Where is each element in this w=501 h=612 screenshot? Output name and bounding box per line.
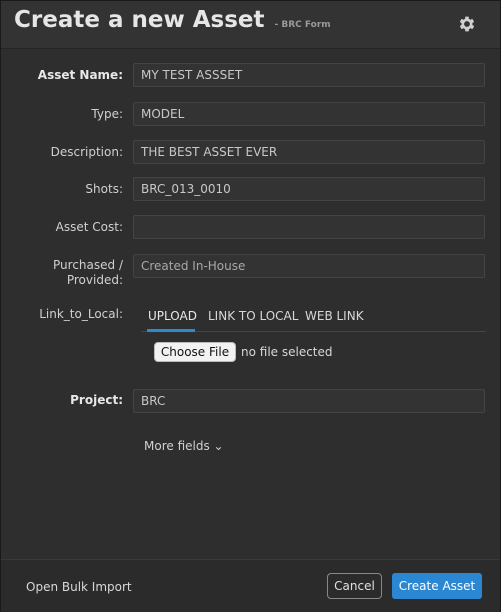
dialog-header: Create a new Asset - BRC Form (1, 1, 500, 49)
purchased-label-line1: Purchased / (53, 258, 123, 272)
create-asset-button[interactable]: Create Asset (392, 573, 482, 599)
file-status: no file selected (241, 345, 333, 359)
dialog-footer: Open Bulk Import Cancel Create Asset (1, 559, 500, 612)
asset-name-input[interactable]: MY TEST ASSSET (133, 63, 485, 87)
type-label: Type: (91, 107, 123, 121)
dialog-title: Create a new Asset - BRC Form (14, 7, 331, 33)
gear-icon[interactable] (457, 14, 477, 34)
asset-name-label: Asset Name: (37, 68, 123, 82)
tab-link-to-local[interactable]: LINK TO LOCAL (208, 309, 298, 323)
purchased-input[interactable]: Created In-House (133, 254, 485, 278)
title-text: Create a new Asset (14, 7, 265, 33)
asset-cost-label: Asset Cost: (55, 220, 123, 234)
shots-input[interactable]: BRC_013_0010 (133, 177, 485, 201)
link-to-local-label: Link_to_Local: (39, 307, 123, 321)
title-subtitle: - BRC Form (274, 20, 331, 30)
type-input[interactable]: MODEL (133, 102, 485, 126)
shots-label: Shots: (85, 182, 123, 196)
link-tabs: UPLOAD LINK TO LOCAL WEB LINK (141, 305, 486, 332)
tab-upload[interactable]: UPLOAD (148, 309, 197, 323)
project-label: Project: (70, 393, 123, 407)
more-fields-toggle[interactable]: More fields ⌄ (144, 439, 224, 453)
project-input[interactable]: BRC (133, 389, 485, 413)
description-input[interactable]: THE BEST ASSET EVER (133, 140, 485, 164)
active-tab-indicator (147, 329, 195, 332)
tab-web-link[interactable]: WEB LINK (305, 309, 364, 323)
asset-cost-input[interactable] (133, 215, 485, 239)
open-bulk-import-link[interactable]: Open Bulk Import (26, 580, 132, 594)
cancel-button[interactable]: Cancel (327, 573, 382, 599)
create-asset-dialog: Create a new Asset - BRC Form Asset Name… (0, 0, 501, 612)
description-label: Description: (50, 145, 123, 159)
purchased-label-line2: Provided: (66, 273, 123, 287)
choose-file-button[interactable]: Choose File (154, 342, 236, 362)
